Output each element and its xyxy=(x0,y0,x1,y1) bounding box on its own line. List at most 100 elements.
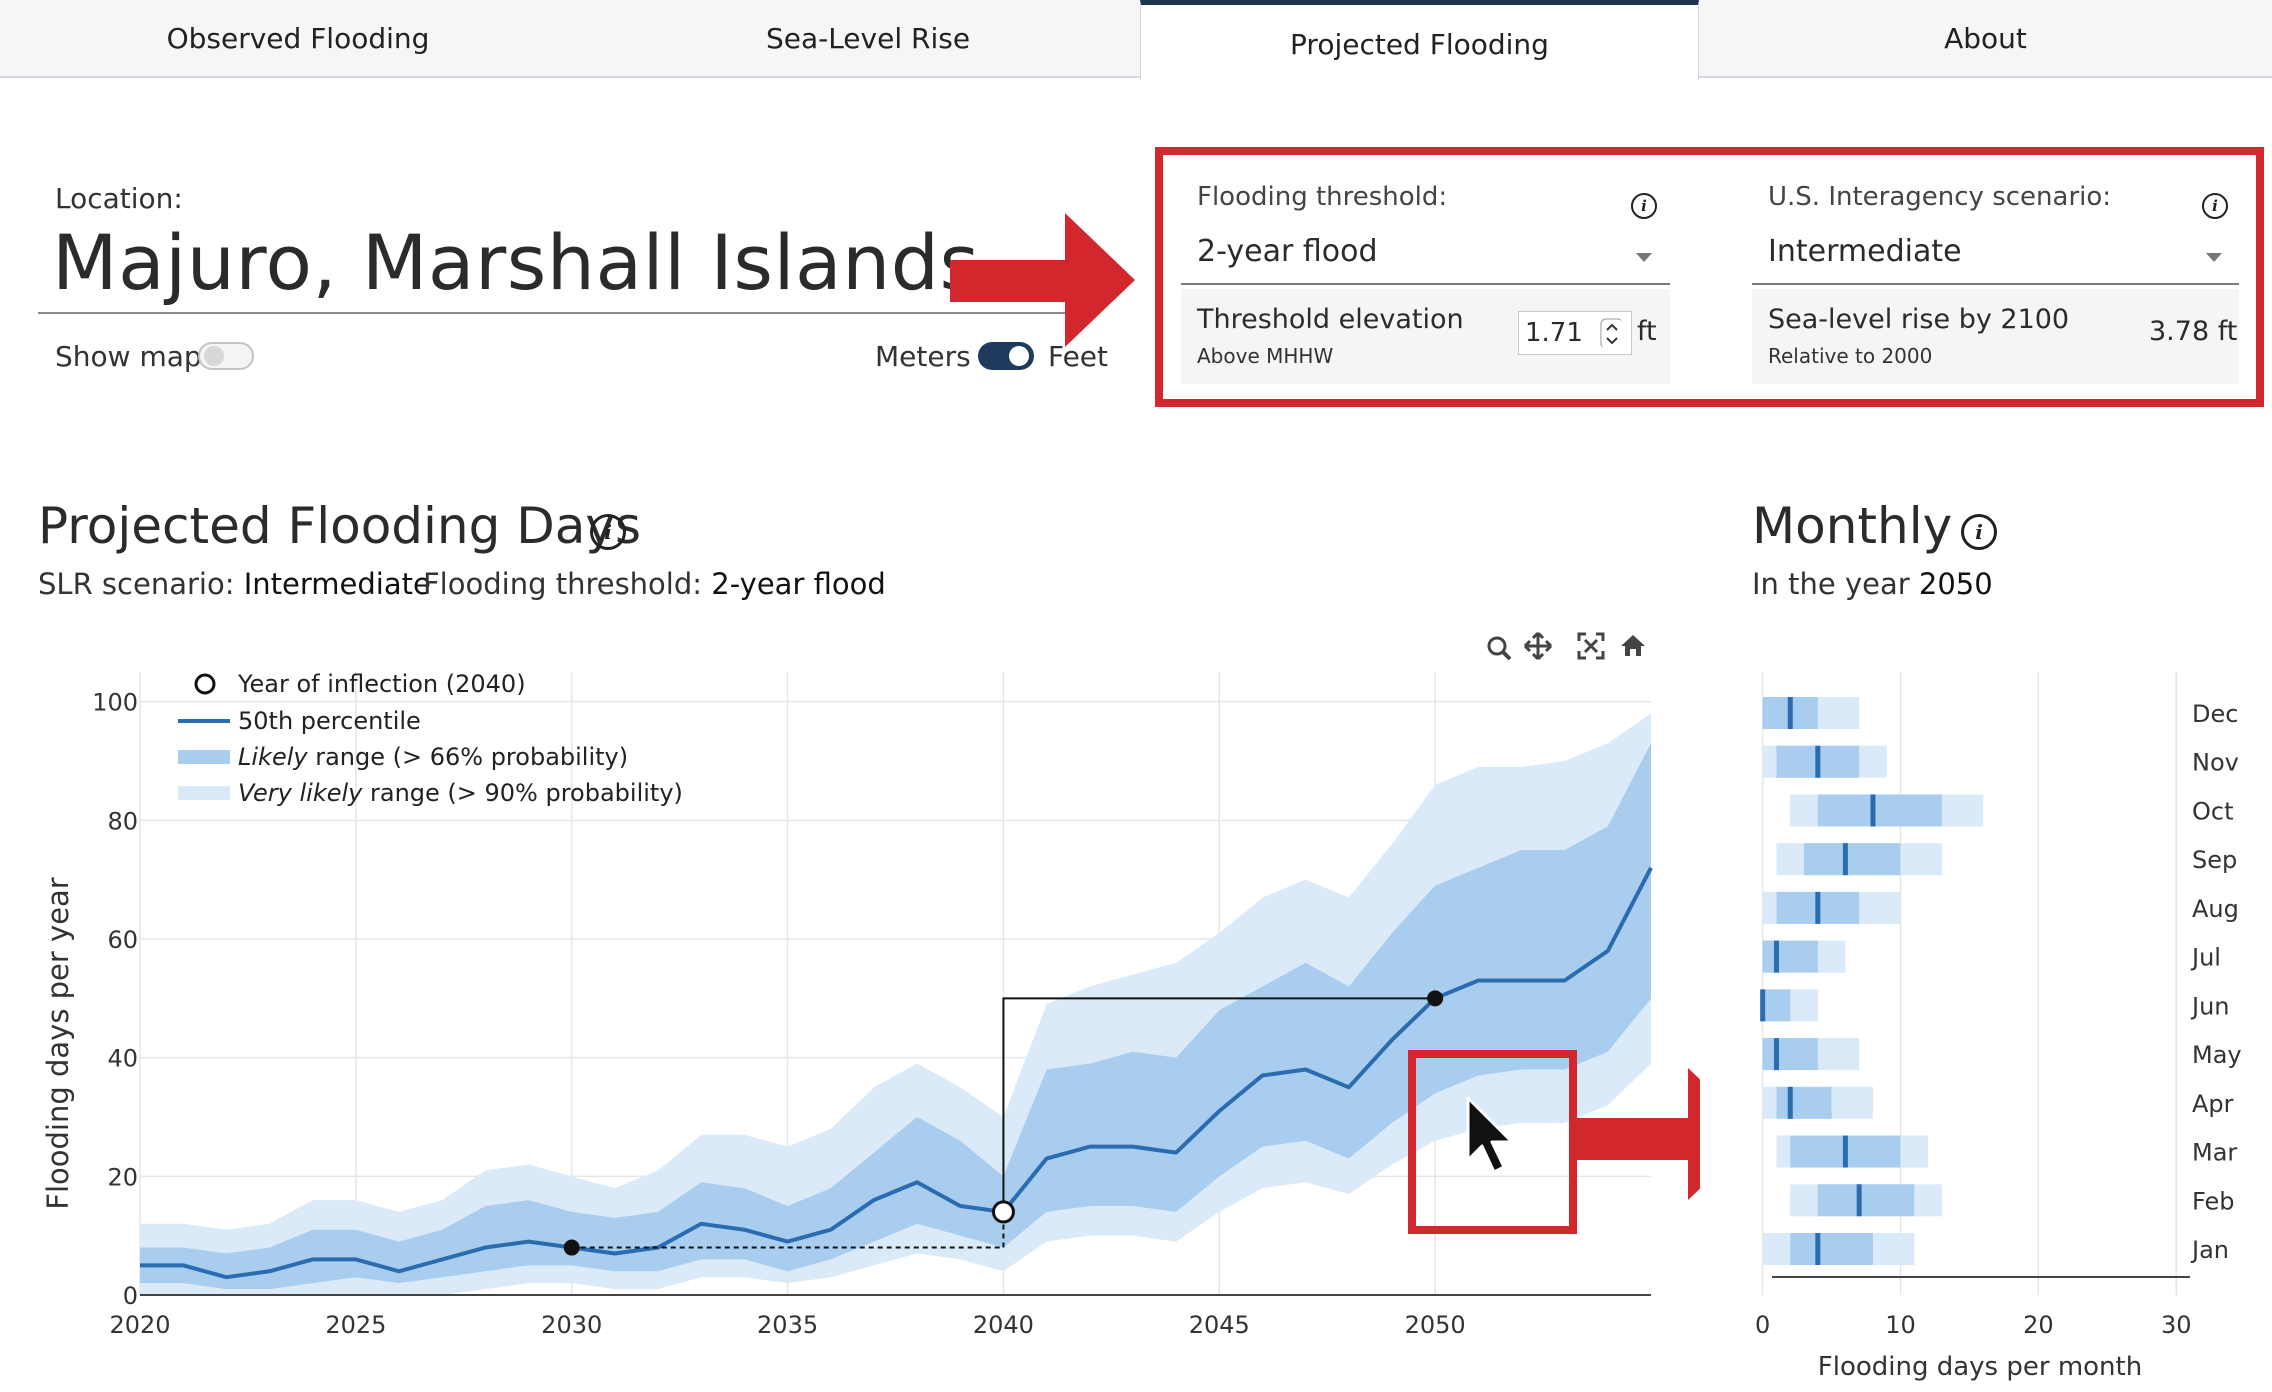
monthly-flooding-chart[interactable]: 0 10 20 30 Flooding days per month Dec Nov Oct S… xyxy=(1720,620,2272,1392)
location-name-input[interactable]: Majuro, Marshall Islands xyxy=(52,218,980,307)
pan-icon-shape xyxy=(1523,631,1553,661)
x-tick-label: 2025 xyxy=(325,1311,386,1339)
month-median-mark xyxy=(1773,1038,1779,1071)
y-tick-label: 20 xyxy=(107,1163,138,1191)
month-median-mark xyxy=(1815,745,1821,778)
projected-threshold-value: 2-year flood xyxy=(711,567,886,601)
zoom-icon-handle xyxy=(1501,650,1512,661)
month-median-mark xyxy=(1787,1086,1793,1119)
tab-bar: Observed Flooding Sea-Level Rise Project… xyxy=(0,0,2272,80)
month-median-mark xyxy=(1787,697,1793,729)
legend-label: Year of inflection (2040) xyxy=(237,670,526,698)
highlight-arrow-right-icon xyxy=(950,213,1135,347)
month-label: Mar xyxy=(2192,1139,2237,1167)
threshold-elevation-subtitle: Above MHHW xyxy=(1197,344,1334,368)
y-axis-label: Flooding days per year xyxy=(41,877,75,1210)
monthly-year: In the year 2050 xyxy=(1752,567,1993,601)
month-label: Apr xyxy=(2192,1090,2234,1118)
monthly-info-icon[interactable]: i xyxy=(1961,514,1997,550)
autoscale-icon-shape xyxy=(1577,632,1605,660)
threshold-label: Flooding threshold: xyxy=(1197,182,1448,212)
month-median-mark xyxy=(1842,1135,1848,1168)
projected-scenario-value: Intermediate xyxy=(243,567,431,601)
location-underline xyxy=(38,312,1098,314)
tab-observed-flooding[interactable]: Observed Flooding xyxy=(0,0,596,78)
projected-flooding-chart[interactable]: 2020 2025 2030 2035 2040 2045 2050020406080100… xyxy=(0,620,1700,1392)
projected-threshold-prefix: Flooding threshold: xyxy=(423,567,703,601)
projected-threshold: Flooding threshold: 2-year flood xyxy=(423,567,886,601)
x-tick-label: 0 xyxy=(1755,1311,1770,1339)
monthly-bars xyxy=(1760,697,1984,1265)
threshold-select[interactable]: 2-year flood xyxy=(1197,234,1378,269)
legend-label: Very likely range (> 90% probability) xyxy=(238,779,683,807)
month-median-mark xyxy=(1773,940,1779,973)
slr-value: 3.78 ft xyxy=(2149,316,2238,347)
month-label: Oct xyxy=(2192,797,2234,825)
chevron-down-icon[interactable] xyxy=(1636,253,1652,262)
tab-about[interactable]: About xyxy=(1699,0,2272,78)
month-likely-bar xyxy=(1762,989,1791,1022)
month-label: Feb xyxy=(2192,1187,2235,1215)
scenario-select-underline xyxy=(1752,283,2239,285)
chart-legend: Year of inflection (2040) 50th percentile… xyxy=(178,670,683,807)
legend-likely-marker xyxy=(178,750,230,764)
slr-subtitle: Relative to 2000 xyxy=(1768,344,1933,368)
legend-label: 50th percentile xyxy=(238,707,421,735)
home-icon xyxy=(1621,635,1645,656)
data-point xyxy=(563,1239,580,1256)
location-label: Location: xyxy=(55,182,183,215)
x-axis-label: Flooding days per month xyxy=(1818,1352,2142,1382)
data-point xyxy=(1427,990,1444,1007)
x-tick-label: 10 xyxy=(1885,1311,1916,1339)
scenario-label: U.S. Interagency scenario: xyxy=(1768,182,2112,212)
y-tick-label: 40 xyxy=(107,1045,138,1073)
scenario-info-icon[interactable]: i xyxy=(2202,193,2228,219)
x-tick-label: 2040 xyxy=(973,1311,1034,1339)
zoom-icon xyxy=(1487,636,1512,661)
chevron-down-icon[interactable] xyxy=(2206,253,2222,262)
threshold-elevation-unit: ft xyxy=(1637,316,1657,347)
x-tick-label: 20 xyxy=(2023,1311,2054,1339)
month-likely-bar xyxy=(1817,794,1942,827)
legend-inflection-marker xyxy=(194,673,216,695)
month-median-mark xyxy=(1870,794,1876,827)
x-tick-label: 2050 xyxy=(1405,1311,1466,1339)
x-tick-label: 2045 xyxy=(1189,1311,1250,1339)
month-median-mark xyxy=(1815,891,1821,924)
pan-icon xyxy=(1523,631,1553,661)
chart-toolbar[interactable] xyxy=(1487,631,1645,661)
projected-info-icon[interactable]: i xyxy=(590,514,626,550)
tab-sea-level-rise[interactable]: Sea-Level Rise xyxy=(596,0,1140,78)
month-likely-bar xyxy=(1762,1038,1818,1071)
month-likely-bar xyxy=(1817,1184,1915,1217)
y-tick-label: 60 xyxy=(107,926,138,954)
tab-projected-flooding[interactable]: Projected Flooding xyxy=(1140,0,1699,80)
y-tick-label: 80 xyxy=(107,807,138,835)
y-tick-label: 0 xyxy=(123,1282,138,1310)
projected-title: Projected Flooding Days xyxy=(38,497,642,555)
scenario-select[interactable]: Intermediate xyxy=(1768,234,1962,269)
month-likely-bar xyxy=(1776,1086,1832,1119)
inflection-point xyxy=(991,1200,1015,1224)
home-icon-shape xyxy=(1621,635,1645,656)
threshold-elevation-title: Threshold elevation xyxy=(1197,304,1464,335)
show-map-label: Show map xyxy=(55,340,202,373)
show-map-toggle[interactable] xyxy=(198,342,254,370)
month-median-mark xyxy=(1815,1233,1821,1265)
month-label: Dec xyxy=(2192,700,2238,728)
slr-title: Sea-level rise by 2100 xyxy=(1768,304,2070,335)
x-tick-label: 2030 xyxy=(541,1311,602,1339)
x-tick-label: 2035 xyxy=(757,1311,818,1339)
month-label: Jul xyxy=(2190,944,2221,972)
month-likely-bar xyxy=(1790,1233,1873,1265)
y-tick-label: 100 xyxy=(92,689,138,717)
monthly-year-value: 2050 xyxy=(1918,567,1993,601)
zoom-icon-lens xyxy=(1487,636,1507,656)
threshold-info-icon[interactable]: i xyxy=(1631,193,1657,219)
month-likely-bar xyxy=(1804,843,1901,876)
stepper-icon[interactable] xyxy=(1600,318,1622,348)
toggle-knob xyxy=(204,346,224,366)
threshold-select-underline xyxy=(1181,283,1670,285)
month-label: Jun xyxy=(2190,992,2230,1020)
month-label: Sep xyxy=(2192,846,2237,874)
